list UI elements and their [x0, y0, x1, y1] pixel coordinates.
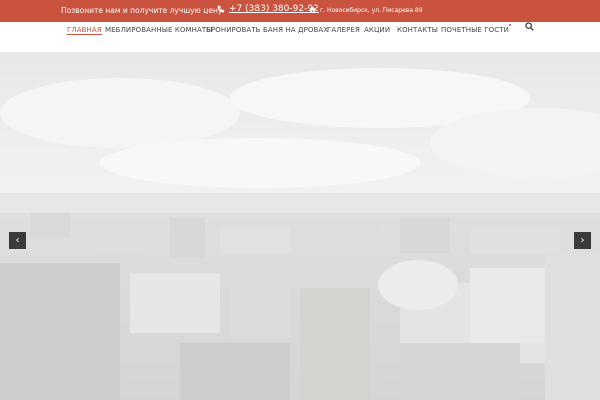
main-navigation: Главная Меблированные комнаты Бронироват…	[0, 22, 600, 53]
search-icon[interactable]	[525, 22, 534, 31]
top-contact-bar: Позвоните нам и получите лучшую цену +7 …	[0, 0, 600, 22]
phone-link[interactable]: +7 (383) 380-92-92	[229, 4, 319, 14]
nav-item-sauna[interactable]: Баня на дровах	[263, 26, 328, 34]
nav-item-promotions[interactable]: Акции	[364, 26, 390, 34]
nav-item-honored-guests[interactable]: Почетные гости	[441, 26, 509, 34]
home-icon	[309, 6, 316, 13]
nav-item-contacts[interactable]: Контакты	[397, 26, 438, 34]
nav-item-gallery[interactable]: Галерея	[327, 26, 360, 34]
slider-prev-button[interactable]: ‹	[9, 232, 26, 249]
hero-slider: ‹ ›	[0, 53, 600, 400]
hero-overlay	[0, 53, 600, 400]
nav-item-furnished-rooms[interactable]: Меблированные комнаты	[105, 26, 213, 34]
nav-item-home[interactable]: Главная	[67, 26, 102, 35]
address-text: г. Новосибирск, ул. Писарева 89	[320, 7, 423, 14]
nav-item-booking[interactable]: Бронировать	[206, 26, 261, 34]
call-to-action-text: Позвоните нам и получите лучшую цену	[61, 6, 223, 15]
nav-indicator-dot	[509, 24, 511, 26]
slider-next-button[interactable]: ›	[574, 232, 591, 249]
phone-icon	[217, 5, 225, 13]
